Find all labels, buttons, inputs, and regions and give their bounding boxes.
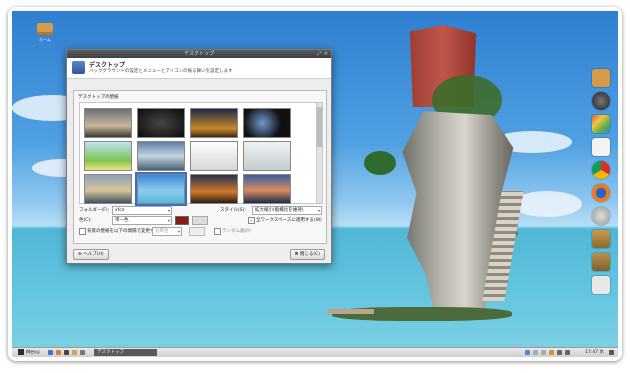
network-icon[interactable] [557, 350, 562, 355]
help-button-label: ヘルプ(H) [83, 252, 104, 257]
random-checkbox[interactable] [214, 228, 221, 235]
home-folder-icon[interactable] [592, 69, 610, 87]
background-panel: デスクトップの壁紙 フォルダー(F): xfce スタイル(S): 拡大縮小(縦… [73, 90, 327, 244]
desktop-settings-dialog: デスクトップ ⤢ ✕ デスクトップ バックグラウンドの設定とメニューとアイコンの… [66, 49, 332, 264]
color-mode-select[interactable]: 単一色 [112, 216, 172, 225]
wallpaper-thumbnail[interactable] [190, 174, 238, 204]
files-launcher-icon[interactable] [72, 350, 77, 355]
desktop-icon [72, 61, 85, 74]
close-button-label: 閉じる(C) [299, 252, 320, 257]
wallpaper-scrollbar[interactable] [316, 102, 323, 204]
menu-icon [18, 349, 24, 355]
wallpaper-thumbnail[interactable] [190, 141, 238, 171]
wallpaper-thumbnail[interactable] [243, 108, 291, 138]
wallpaper-thumbnail[interactable] [84, 174, 132, 204]
firefox-launcher-icon[interactable] [56, 350, 61, 355]
folder-label: フォルダー(F): [79, 208, 110, 213]
taskbar: Menu デスクトップ 17:47 水 [12, 347, 618, 357]
workspace-1-icon[interactable] [525, 350, 530, 355]
apply-all-checkbox[interactable]: ✓ [248, 217, 255, 224]
interval-unit-select[interactable]: 分単位 [152, 227, 182, 236]
header-subtitle: バックグラウンドの設定とメニューとアイコンの振る舞いを設定します [89, 69, 233, 74]
close-button[interactable]: ✖ 閉じる(C) [289, 249, 325, 260]
wallpaper-thumbnail[interactable] [243, 174, 291, 204]
clock[interactable]: 17:47 水 [585, 349, 604, 356]
dialog-title: デスクトップ [183, 51, 214, 57]
disc-icon[interactable] [592, 207, 610, 225]
volume-icon[interactable] [565, 350, 570, 355]
workspace-2-icon[interactable] [533, 350, 538, 355]
folder-icon [37, 23, 53, 35]
wallpaper-thumbnail[interactable] [84, 108, 132, 138]
change-bg-checkbox[interactable] [79, 228, 86, 235]
section-label: デスクトップの壁紙 [78, 95, 119, 100]
wallpaper-palm [364, 151, 396, 175]
menu-button[interactable]: Menu [18, 349, 40, 357]
random-label: ランダム順(R) [222, 229, 252, 234]
wallpaper-thumbnail[interactable] [137, 108, 185, 138]
desktop: ホーム デスクトップ ⤢ ✕ デスクトップ バックグラウンドの設定とメニューとア… [12, 11, 618, 357]
workspace-3-icon[interactable] [541, 350, 546, 355]
dialog-header: デスクトップ バックグラウンドの設定とメニューとアイコンの振る舞いを設定します [67, 58, 331, 79]
text-editor-icon[interactable] [592, 138, 610, 156]
dialog-titlebar[interactable]: デスクトップ ⤢ ✕ [67, 50, 331, 58]
folder-select[interactable]: xfce [112, 206, 172, 215]
webcam-icon[interactable] [592, 92, 610, 110]
wallpaper-thumbnail[interactable] [190, 108, 238, 138]
tab-bar: 背景(B)メニュー(M)アイコン(I) [73, 81, 164, 100]
firefox-icon[interactable] [592, 184, 610, 202]
scrollbar-thumb[interactable] [317, 107, 322, 147]
style-select[interactable]: 拡大縮小(縦横比を維持) [252, 206, 322, 215]
power-icon[interactable] [609, 350, 614, 355]
paint-icon[interactable] [592, 115, 610, 133]
show-desktop-icon[interactable] [48, 350, 53, 355]
wallpaper-grid [79, 102, 317, 206]
wallpaper-pier [328, 309, 374, 314]
home-folder-icon[interactable]: ホーム [34, 23, 56, 49]
task-desktop[interactable]: デスクトップ [94, 349, 157, 356]
screenshot-frame: ホーム デスクトップ ⤢ ✕ デスクトップ バックグラウンドの設定とメニューとア… [8, 7, 622, 361]
wallpaper-thumbnail[interactable] [84, 141, 132, 171]
wallpaper-thumbnail[interactable] [137, 141, 185, 171]
wallpaper-thumbnail-selected[interactable] [135, 172, 187, 206]
desktop-icon-label: ホーム [39, 37, 51, 42]
dock [592, 69, 614, 299]
chrome-icon[interactable] [592, 161, 610, 179]
maximize-icon[interactable]: ⤢ [316, 51, 322, 57]
color-swatch-button[interactable] [175, 216, 189, 225]
wallpaper-thumbnail[interactable] [243, 141, 291, 171]
interval-spinner[interactable] [189, 227, 205, 236]
color-label: 色(C): [79, 218, 92, 223]
installer-icon[interactable] [592, 253, 610, 271]
close-icon[interactable]: ✕ [323, 51, 329, 57]
archive-icon[interactable] [592, 230, 610, 248]
menu-label: Menu [26, 349, 40, 356]
settings-launcher-icon[interactable] [80, 350, 85, 355]
terminal-launcher-icon[interactable] [64, 350, 69, 355]
update-icon[interactable] [549, 350, 554, 355]
style-label: スタイル(S): [220, 208, 246, 213]
secondary-color-button[interactable] [192, 216, 208, 225]
apply-all-label: 全ワークスペースに適用する(W) [256, 218, 322, 223]
help-button[interactable]: ⊛ ヘルプ(H) [73, 249, 109, 260]
settings-icon[interactable] [592, 276, 610, 294]
